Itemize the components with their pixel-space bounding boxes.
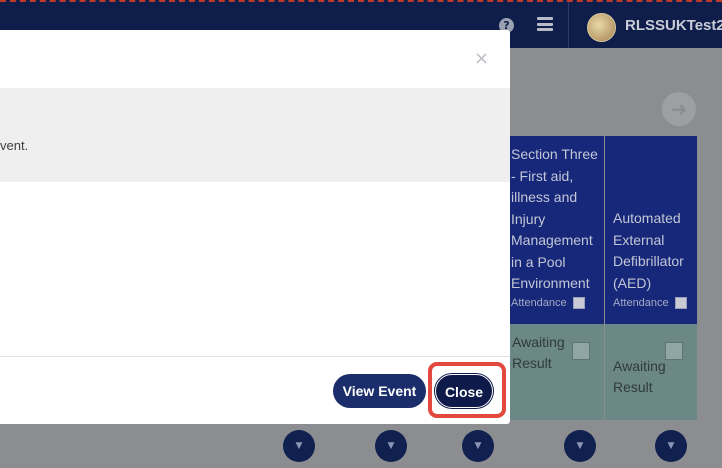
- dropdown-button[interactable]: ▼: [283, 430, 315, 462]
- dropdown-button[interactable]: ▼: [462, 430, 494, 462]
- username-label[interactable]: RLSSUKTest2: [625, 17, 722, 34]
- column-header-aed: Automated External Defibrillator (AED) A…: [605, 136, 697, 324]
- result-checkbox[interactable]: [665, 342, 683, 360]
- modal-footer-divider: [0, 356, 510, 357]
- hamburger-menu-icon[interactable]: [537, 17, 553, 31]
- header-divider: [568, 2, 569, 50]
- dropdown-button[interactable]: ▼: [655, 430, 687, 462]
- modal-message: vent.: [0, 138, 29, 153]
- attendance-toggle: Attendance: [511, 293, 585, 315]
- dropdown-button[interactable]: ▼: [564, 430, 596, 462]
- attendance-toggle: Attendance: [613, 293, 687, 315]
- close-icon[interactable]: ×: [474, 48, 489, 69]
- attendance-label: Attendance: [613, 296, 669, 309]
- column-title: Section Three - First aid, illness and I…: [511, 146, 598, 291]
- view-event-button[interactable]: View Event: [333, 374, 426, 408]
- result-cell: Awaiting Result: [605, 324, 697, 420]
- attendance-checkbox[interactable]: [572, 297, 585, 310]
- close-button-highlight: [428, 362, 506, 418]
- dropdown-button[interactable]: ▼: [375, 430, 407, 462]
- result-cell: Awaiting Result: [509, 324, 604, 420]
- modal-body-banner: [0, 88, 510, 182]
- user-avatar[interactable]: [587, 13, 616, 42]
- result-checkbox[interactable]: [572, 342, 590, 360]
- column-header-section-three: Section Three - First aid, illness and I…: [509, 136, 604, 324]
- attendance-checkbox[interactable]: [674, 297, 687, 310]
- attendance-label: Attendance: [511, 296, 567, 309]
- column-title: Automated External Defibrillator (AED): [613, 210, 684, 291]
- next-arrow-icon[interactable]: ➜: [662, 92, 696, 126]
